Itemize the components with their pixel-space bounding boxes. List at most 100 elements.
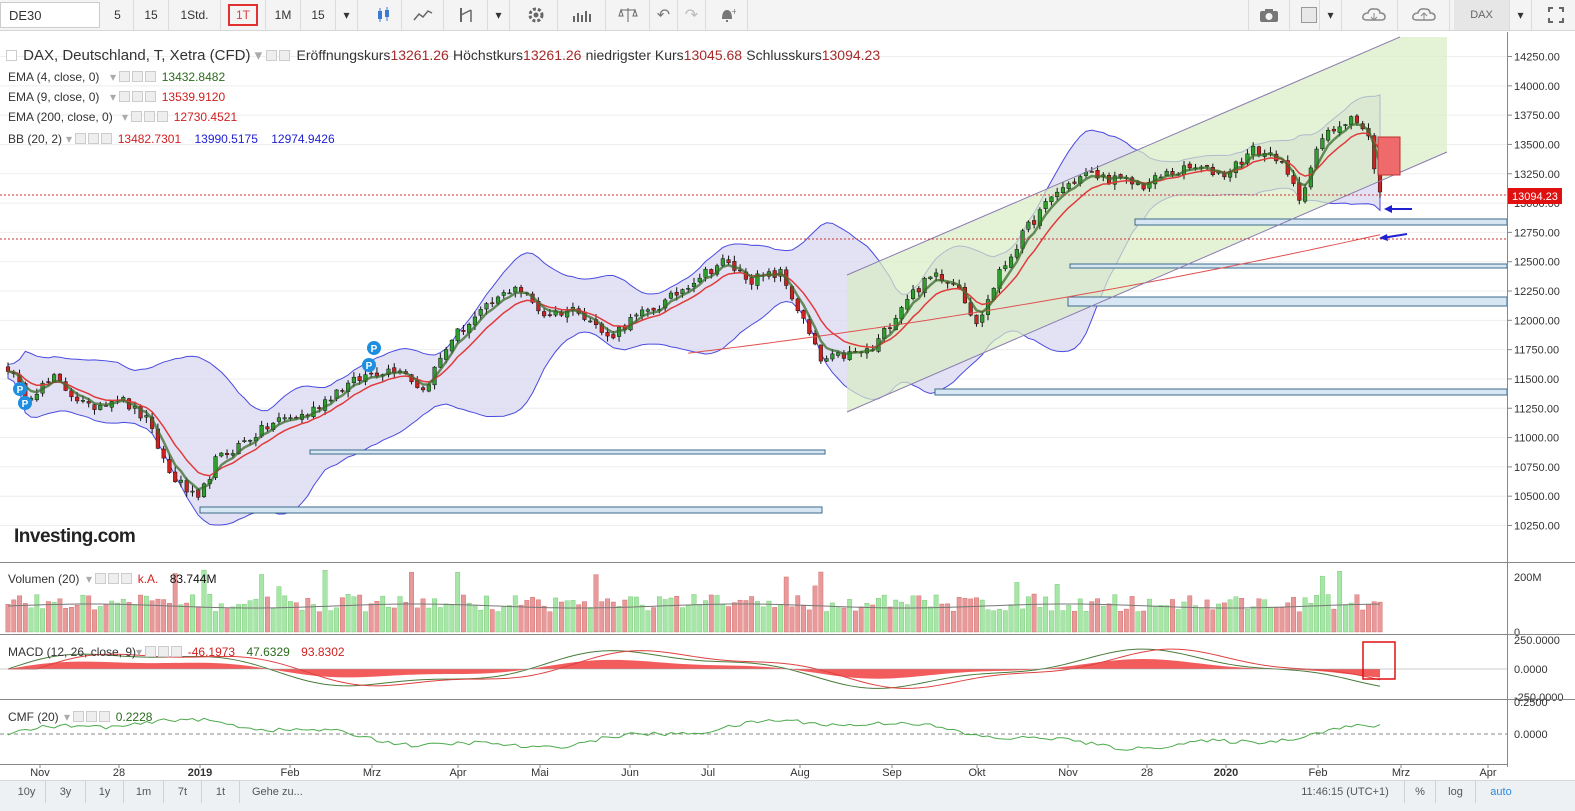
settings-icon[interactable]	[514, 0, 558, 30]
goto-link[interactable]: Gehe zu...	[244, 781, 314, 803]
bb-legend: BB (20, 2) ▾ 13482.7301 13990.5175 12974.…	[8, 132, 335, 146]
percent-toggle[interactable]: %	[1404, 781, 1436, 803]
ema4-eye-icon[interactable]	[119, 71, 131, 82]
volume-bar	[489, 609, 495, 633]
support-zone	[934, 388, 1507, 396]
ema9-eye-icon[interactable]	[119, 91, 131, 102]
interval-custom[interactable]: 15	[301, 0, 336, 30]
time-axis[interactable]: Nov 28 2019 Feb Mrz Apr Mai Jun Jul Aug Sep Okt Nov 2…	[0, 764, 1507, 779]
collapse-icon[interactable]	[6, 50, 17, 61]
time-tick-label: Apr	[1479, 767, 1496, 779]
candle-body	[1072, 181, 1077, 184]
ema200-gear-icon[interactable]	[144, 111, 156, 122]
ema200-close-icon[interactable]	[157, 111, 169, 122]
macd-eye-icon[interactable]	[145, 646, 157, 657]
cloud-upload-icon[interactable]	[1398, 0, 1450, 30]
alert-icon[interactable]: +	[706, 0, 748, 30]
volume-bar	[195, 606, 201, 633]
volume-bar	[397, 596, 403, 633]
volume-bar	[368, 603, 374, 633]
color-dropdown-icon[interactable]: ▾	[1320, 0, 1342, 30]
interval-1d[interactable]: 1T	[221, 0, 266, 30]
volume-bar	[691, 594, 697, 633]
volume-bar	[495, 611, 501, 633]
volume-bar	[345, 594, 351, 633]
camera-icon[interactable]	[1248, 0, 1290, 30]
volume-bar	[1319, 575, 1325, 633]
bb-gear-icon[interactable]	[88, 133, 100, 144]
exchange-dropdown-icon[interactable]: ▾	[1510, 0, 1532, 30]
indicators-dropdown-icon[interactable]: ▾	[488, 0, 510, 30]
range-10y[interactable]: 10y	[8, 781, 46, 803]
candle-body	[1320, 138, 1325, 150]
volume-bar	[1250, 606, 1256, 633]
interval-1h[interactable]: 1Std.	[169, 0, 221, 30]
range-7t[interactable]: 7t	[164, 781, 202, 803]
volume-bar	[668, 597, 674, 633]
ema4-gear-icon[interactable]	[132, 71, 144, 82]
volume-bar	[1135, 611, 1141, 633]
interval-dropdown-icon[interactable]: ▾	[336, 0, 358, 30]
exchange-button[interactable]: DAX	[1454, 0, 1510, 30]
ema9-gear-icon[interactable]	[132, 91, 144, 102]
volume-bar	[363, 611, 368, 633]
candle-body	[1349, 116, 1354, 125]
ema200-eye-icon[interactable]	[131, 111, 143, 122]
scale-icon[interactable]	[606, 0, 650, 30]
volume-bar	[132, 604, 138, 633]
interval-5[interactable]: 5	[102, 0, 134, 30]
ema9-close-icon[interactable]	[145, 91, 157, 102]
macd-gear-icon[interactable]	[158, 646, 170, 657]
candle-body	[519, 287, 524, 293]
log-toggle[interactable]: log	[1436, 781, 1476, 803]
bb-close-icon[interactable]	[101, 133, 113, 144]
line-chart-icon[interactable]	[402, 0, 444, 30]
interval-15[interactable]: 15	[134, 0, 169, 30]
volume-bar	[622, 599, 628, 633]
volume-bar	[801, 605, 806, 633]
volume-bar	[1100, 605, 1106, 633]
candle-body	[351, 376, 356, 384]
range-3y[interactable]: 3y	[46, 781, 86, 803]
candles-icon[interactable]	[366, 0, 402, 30]
volume-bar	[236, 604, 241, 633]
redo-icon[interactable]: ↷	[678, 0, 706, 30]
volume-close-icon[interactable]	[121, 573, 133, 584]
color-swatch-icon[interactable]	[1298, 0, 1320, 30]
cmf-close-icon[interactable]	[99, 711, 111, 722]
cloud-download-icon[interactable]	[1350, 0, 1398, 30]
cmf-eye-icon[interactable]	[73, 711, 85, 722]
volume-bar	[674, 595, 680, 633]
interval-1m[interactable]: 1M	[266, 0, 301, 30]
cmf-gear-icon[interactable]	[86, 711, 98, 722]
eye-icon[interactable]	[266, 50, 278, 61]
symbol-input[interactable]: DE30	[0, 2, 100, 28]
macd-close-icon[interactable]	[171, 646, 183, 657]
clock-label: 11:46:15 (UTC+1)	[1301, 786, 1389, 798]
candle-body	[651, 307, 656, 311]
range-1m[interactable]: 1m	[124, 781, 164, 803]
fullscreen-icon[interactable]	[1536, 0, 1575, 30]
candle-body	[818, 344, 823, 362]
price-tick-label: 12250.00	[1514, 286, 1560, 298]
volume-bar	[564, 600, 570, 633]
time-tick-label: 2020	[1214, 767, 1238, 779]
undo-icon[interactable]: ↶	[650, 0, 678, 30]
indicators-icon[interactable]	[444, 0, 488, 30]
volume-gear-icon[interactable]	[108, 573, 120, 584]
volume-bar	[1354, 594, 1360, 633]
volume-bar	[178, 604, 184, 633]
range-1y[interactable]: 1y	[86, 781, 124, 803]
price-axis[interactable]: 14250.00 14000.00 13750.00 13500.00 13250.00…	[1507, 32, 1560, 767]
gear-icon[interactable]	[279, 50, 291, 61]
bars-icon[interactable]	[558, 0, 606, 30]
volume-bar	[962, 598, 968, 633]
ema4-close-icon[interactable]	[145, 71, 157, 82]
volume-bar	[461, 594, 466, 633]
range-1t[interactable]: 1t	[202, 781, 240, 803]
bb-eye-icon[interactable]	[75, 133, 87, 144]
volume-bar	[899, 601, 904, 633]
candle-body	[934, 272, 939, 277]
auto-toggle[interactable]: auto	[1476, 781, 1526, 803]
volume-eye-icon[interactable]	[95, 573, 107, 584]
